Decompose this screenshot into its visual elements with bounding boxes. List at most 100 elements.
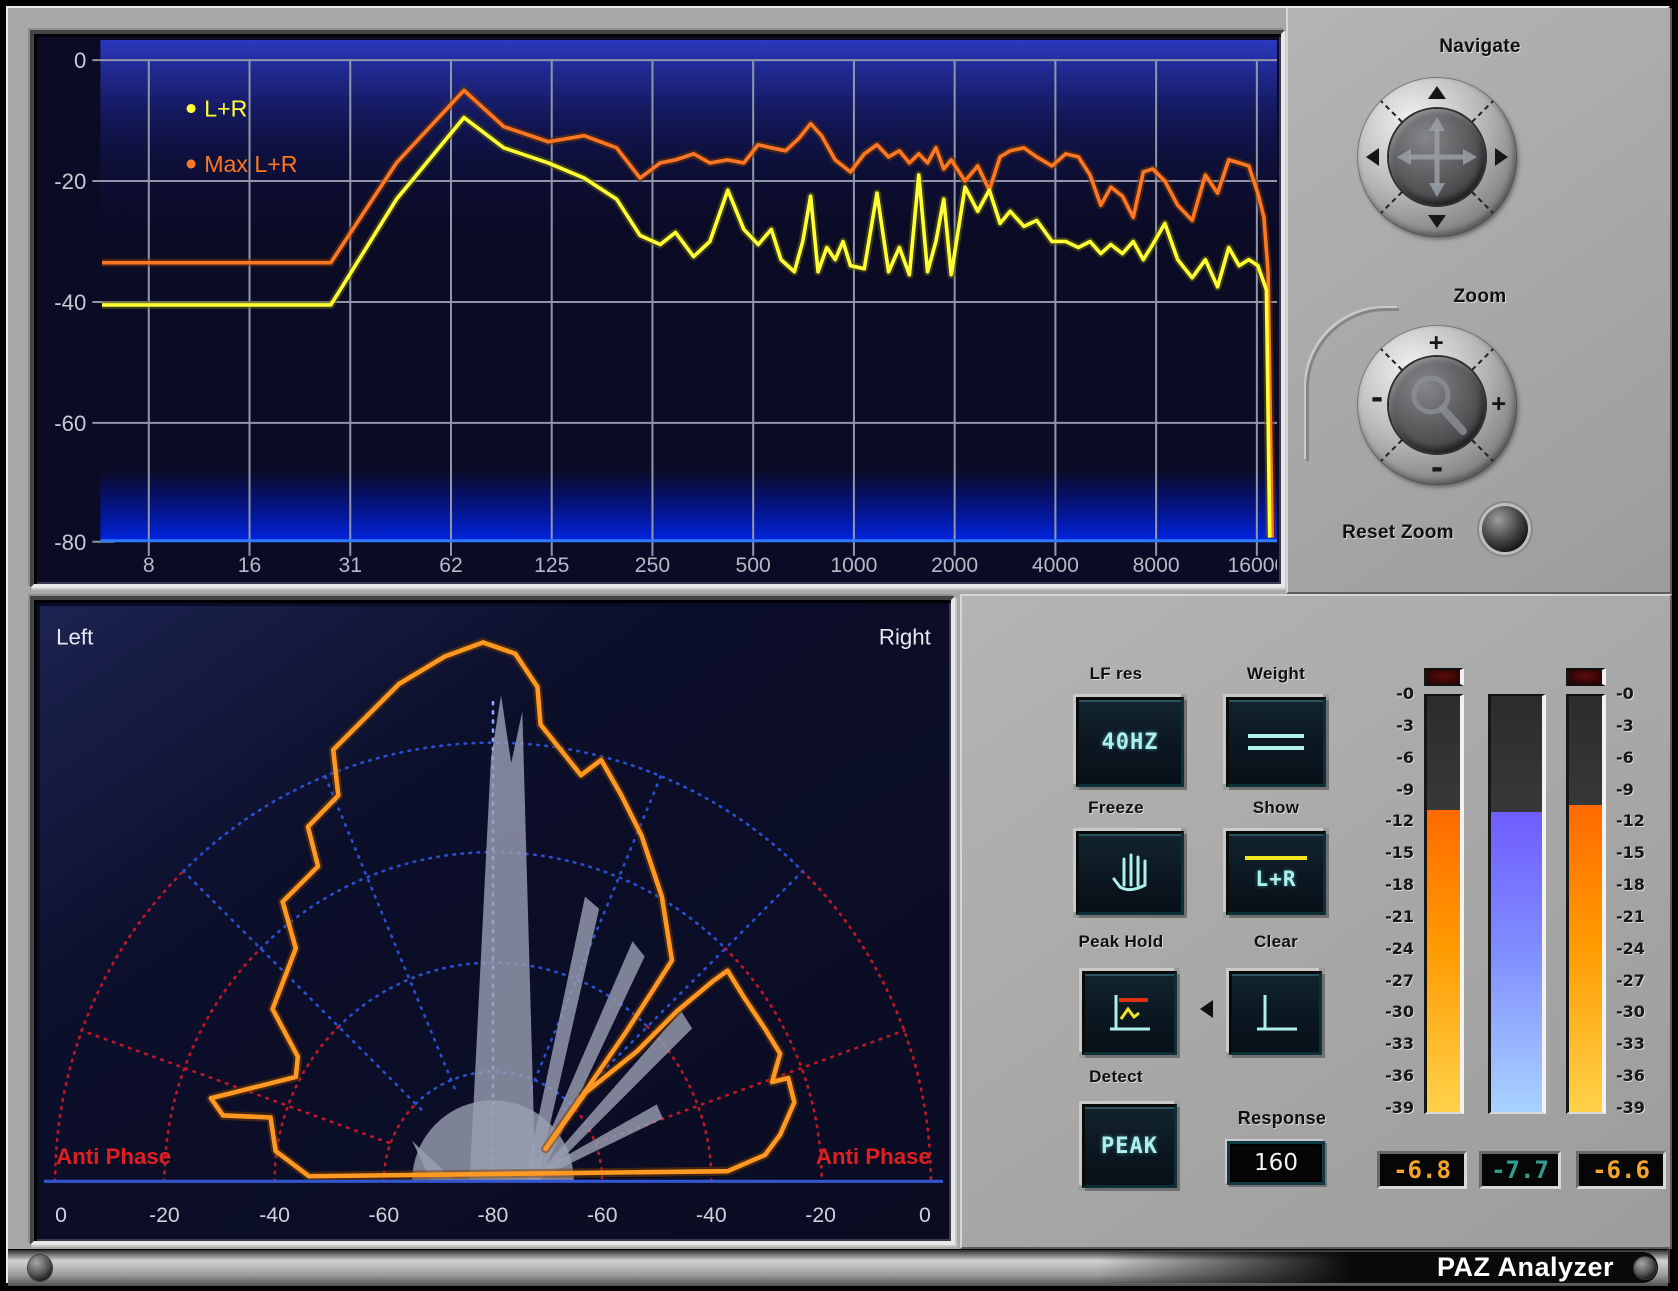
meter-tick: -12 <box>1616 813 1676 829</box>
navigate-right-arrow-icon[interactable] <box>1495 148 1508 166</box>
waves-menu-button[interactable] <box>28 1255 52 1281</box>
meter-tick: -30 <box>1348 1004 1414 1020</box>
zoom-out-left-button[interactable]: - <box>1368 390 1386 408</box>
meter-tick: -9 <box>1348 782 1414 798</box>
show-button[interactable]: L+R <box>1226 831 1326 915</box>
response-field[interactable]: 160 <box>1227 1141 1325 1185</box>
meter-tick: -21 <box>1348 909 1414 925</box>
meter-tick: -30 <box>1616 1004 1676 1020</box>
meter-tick: -33 <box>1348 1036 1414 1052</box>
navigate-down-arrow-icon[interactable] <box>1428 215 1446 228</box>
peak-hold-button[interactable] <box>1082 971 1177 1055</box>
polar-scale-tick: -20 <box>149 1203 180 1227</box>
meter-tick: -15 <box>1348 845 1414 861</box>
zoom-in-top-button[interactable]: + <box>1429 333 1443 351</box>
meter-tick: -21 <box>1616 909 1676 925</box>
polar-plot[interactable]: Left Right Anti Phase Anti Phase 0 -20 -… <box>40 606 947 1237</box>
meter-tick: -24 <box>1348 941 1414 957</box>
reset-zoom-button[interactable] <box>1482 506 1528 552</box>
reset-zoom-label: Reset Zoom <box>1318 522 1478 544</box>
meter-tick: -39 <box>1616 1100 1676 1116</box>
y-tick: 0 <box>74 48 86 73</box>
brand-badge: PAZ Analyzer <box>1098 1252 1658 1283</box>
clear-button[interactable] <box>1229 971 1322 1055</box>
x-tick: 16 <box>238 554 262 577</box>
y-tick: -80 <box>54 530 86 555</box>
polar-scale-tick: 0 <box>919 1203 931 1227</box>
meter-scale-left: -0-3 -6-9 -12-15 -18-21 -24-27 -30-33 -3… <box>1348 686 1414 1116</box>
polar-left-label: Left <box>56 624 94 649</box>
navigate-zoom-panel: Navigate <box>1286 8 1672 594</box>
peak-hold-icon <box>1106 991 1154 1035</box>
clear-label: Clear <box>1224 932 1328 952</box>
meter-tick: -18 <box>1616 877 1676 893</box>
polar-scale-tick: -60 <box>368 1203 399 1227</box>
status-bar: PAZ Analyzer <box>8 1249 1668 1286</box>
peak-hold-label: Peak Hold <box>1056 932 1186 952</box>
weight-label: Weight <box>1224 664 1328 684</box>
legend-dot-maxlr <box>187 159 196 168</box>
polar-scale-tick: -80 <box>478 1203 509 1227</box>
meter-readout-right: -6.6 <box>1576 1151 1666 1189</box>
meter-fill <box>1491 812 1542 1112</box>
controls-panel: LF res 40HZ Weight Freeze <box>960 594 1672 1249</box>
weight-button[interactable] <box>1226 697 1326 787</box>
response-label: Response <box>1217 1108 1347 1129</box>
plugin-title: PAZ Analyzer <box>1437 1252 1658 1283</box>
antiphase-left-label: Anti Phase <box>56 1144 171 1169</box>
response-value: 160 <box>1254 1150 1298 1176</box>
meter-tick: -18 <box>1348 877 1414 893</box>
meter-readout-left: -6.8 <box>1377 1151 1467 1189</box>
meter-tick: -6 <box>1616 750 1676 766</box>
spectrum-plot[interactable]: 0 -20 -40 -60 -80 8 16 31 62 125 250 500… <box>40 40 1277 578</box>
polar-panel: Left Right Anti Phase Anti Phase 0 -20 -… <box>30 596 955 1245</box>
lf-res-value: 40HZ <box>1102 730 1159 755</box>
meter-tick: -39 <box>1348 1100 1414 1116</box>
polar-scale-tick: -40 <box>696 1203 727 1227</box>
meter-right <box>1566 694 1606 1114</box>
navigate-knob[interactable] <box>1358 78 1516 236</box>
zoom-knob[interactable]: + + - - <box>1358 326 1516 484</box>
freeze-button[interactable] <box>1076 831 1184 915</box>
meter-tick: -0 <box>1348 686 1414 702</box>
polar-scale-tick: -20 <box>805 1203 836 1227</box>
meter-readout-value: -7.7 <box>1491 1156 1549 1184</box>
x-tick: 1000 <box>830 554 877 577</box>
meter-scale-right: -0-3 -6-9 -12-15 -18-21 -24-27 -30-33 -3… <box>1616 686 1676 1116</box>
polar-scale-tick: -60 <box>587 1203 618 1227</box>
paz-analyzer-window: 0 -20 -40 -60 -80 8 16 31 62 125 250 500… <box>0 0 1678 1291</box>
zoom-label: Zoom <box>1380 286 1580 308</box>
x-tick: 31 <box>339 554 363 577</box>
meter-tick: -24 <box>1616 941 1676 957</box>
navigate-left-arrow-icon[interactable] <box>1366 148 1379 166</box>
meter-tick: -36 <box>1348 1068 1414 1084</box>
navigate-up-arrow-icon[interactable] <box>1428 86 1446 99</box>
zoom-out-bottom-button[interactable]: - <box>1428 460 1446 478</box>
clear-axes-icon <box>1252 991 1300 1035</box>
detect-value: PEAK <box>1101 1134 1158 1159</box>
lf-res-button[interactable]: 40HZ <box>1076 697 1184 787</box>
legend-label-maxlr: Max L+R <box>204 151 297 177</box>
detect-button[interactable]: PEAK <box>1082 1104 1177 1188</box>
legend-label-lr: L+R <box>204 96 247 122</box>
antiphase-right-label: Anti Phase <box>816 1144 931 1169</box>
zoom-in-right-button[interactable]: + <box>1492 394 1506 412</box>
x-tick: 250 <box>635 554 670 577</box>
show-label: Show <box>1224 798 1328 818</box>
corner-button[interactable] <box>1634 1257 1656 1279</box>
legend-dot-lr <box>187 104 196 113</box>
meter-tick: -3 <box>1348 718 1414 734</box>
navigate-label: Navigate <box>1380 36 1580 58</box>
x-tick: 62 <box>439 554 463 577</box>
x-tick: 500 <box>736 554 771 577</box>
clip-lamp-left[interactable] <box>1424 668 1464 686</box>
x-tick: 8 <box>143 554 155 577</box>
meter-tick: -27 <box>1348 973 1414 989</box>
show-trace-color-bar <box>1245 856 1307 860</box>
show-value: L+R <box>1256 867 1297 891</box>
clip-lamp-right[interactable] <box>1566 668 1606 686</box>
freeze-label: Freeze <box>1066 798 1166 818</box>
y-tick: -40 <box>54 290 86 315</box>
polar-scale-tick: -40 <box>259 1203 290 1227</box>
polar-scale-tick: 0 <box>55 1203 67 1227</box>
